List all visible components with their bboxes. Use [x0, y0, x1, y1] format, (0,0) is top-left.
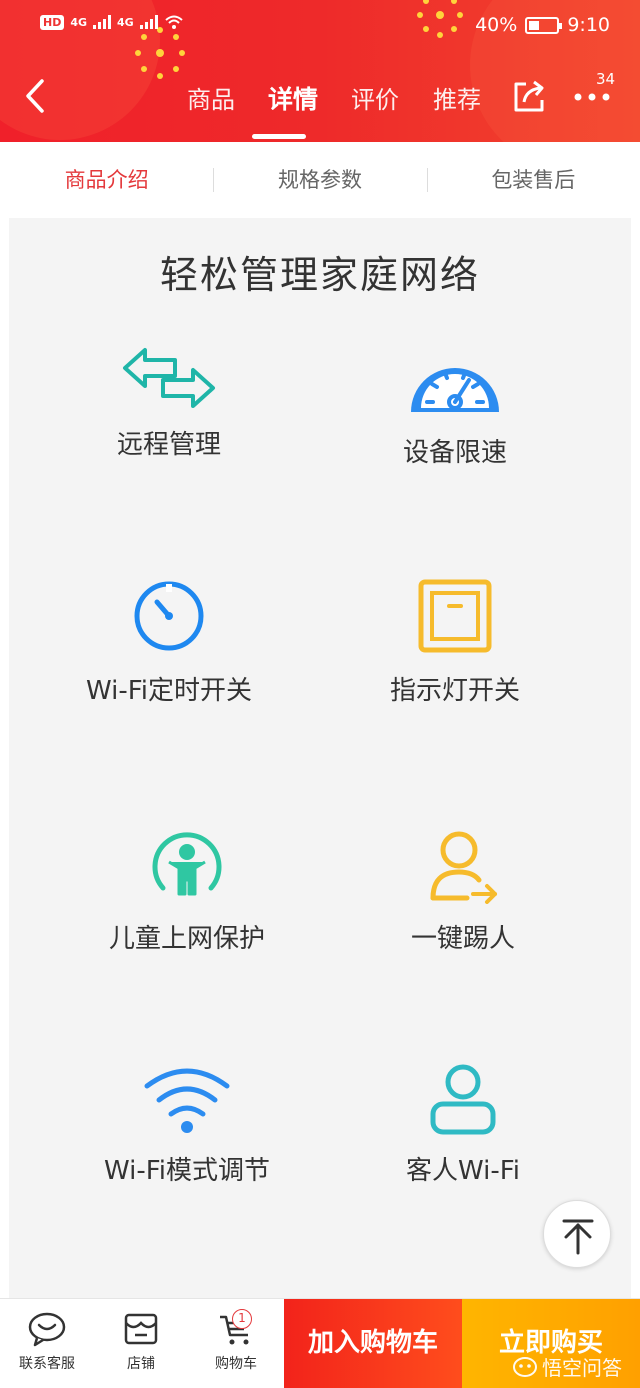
feature-remote-management: 远程管理 — [19, 346, 319, 461]
cart-label: 购物车 — [215, 1356, 257, 1372]
share-icon[interactable] — [510, 78, 548, 116]
feature-speed-limit: 设备限速 — [305, 346, 605, 469]
light-switch-icon — [418, 579, 492, 653]
feature-label: 远程管理 — [116, 430, 221, 460]
watermark-logo-icon — [513, 1356, 537, 1377]
feature-label: 一键踢人 — [410, 924, 515, 954]
signal-icon — [139, 15, 158, 29]
detail-subtabs: 商品介绍 规格参数 包装售后 — [0, 142, 640, 218]
feature-wifi-mode: Wi-Fi模式调节 — [37, 1064, 337, 1187]
customer-service-label: 联系客服 — [19, 1356, 75, 1372]
battery-percent: 40% — [475, 14, 518, 36]
store-icon — [124, 1313, 158, 1345]
feature-label: 设备限速 — [402, 438, 507, 468]
chat-icon — [28, 1312, 66, 1347]
panel-title: 轻松管理家庭网络 — [159, 253, 480, 297]
signal-label: 4G — [117, 15, 134, 29]
header-tabs: 商品 详情 评价 推荐 — [170, 80, 498, 116]
add-to-cart-button[interactable]: 加入购物车 — [284, 1299, 462, 1388]
watermark-text: 悟空问答 — [542, 1356, 622, 1380]
subtab-packaging-service[interactable]: 包装售后 — [426, 142, 640, 218]
cart-button[interactable]: 购物车 1 — [188, 1299, 284, 1388]
cart-count-badge: 1 — [232, 1309, 252, 1329]
back-icon[interactable] — [22, 78, 50, 114]
speedometer-icon — [411, 368, 499, 412]
subtab-specifications[interactable]: 规格参数 — [213, 142, 426, 218]
wifi-status-icon — [165, 15, 183, 29]
store-button[interactable]: 店铺 — [94, 1299, 188, 1388]
tab-reviews[interactable]: 评价 — [334, 80, 416, 116]
kick-user-icon — [430, 831, 497, 904]
feature-indicator-switch: 指示灯开关 — [305, 576, 605, 707]
wifi-icon — [144, 1068, 230, 1133]
clock: 9:10 — [567, 14, 610, 36]
hd-badge: HD — [40, 14, 65, 30]
subtab-introduction[interactable]: 商品介绍 — [0, 142, 213, 218]
timer-icon — [134, 581, 204, 651]
battery-icon — [525, 16, 563, 34]
feature-kick-user: 一键踢人 — [313, 824, 613, 955]
active-tab-indicator — [252, 134, 306, 139]
child-protect-icon — [152, 832, 222, 896]
watermark: 悟空问答 — [512, 1352, 622, 1381]
feature-label: Wi-Fi定时开关 — [85, 676, 253, 706]
feature-label: Wi-Fi模式调节 — [103, 1156, 271, 1186]
feature-label: 指示灯开关 — [389, 676, 520, 706]
customer-service-button[interactable]: 联系客服 — [0, 1299, 94, 1388]
tab-recommend[interactable]: 推荐 — [416, 80, 498, 116]
feature-label: 儿童上网保护 — [108, 924, 265, 954]
feature-wifi-timer: Wi-Fi定时开关 — [19, 576, 319, 707]
back-to-top-button[interactable] — [543, 1200, 611, 1268]
feature-label: 客人Wi-Fi — [405, 1156, 521, 1186]
store-label: 店铺 — [127, 1356, 155, 1372]
feature-panel: 轻松管理家庭网络 远程管理 设备限速 Wi-Fi定时开关 指示灯开关 儿童上网保… — [9, 218, 631, 1298]
feature-guest-wifi: 客人Wi-Fi — [313, 1064, 613, 1187]
status-bar: HD 4G 4G 40% 9:10 — [0, 0, 640, 52]
arrow-up-icon — [562, 1219, 594, 1255]
signal-icon — [93, 15, 112, 29]
remote-arrows-icon — [123, 348, 215, 408]
top-header: HD 4G 4G 40% 9:10 商品 详情 评价 推荐 34 — [0, 0, 640, 142]
tab-details[interactable]: 详情 — [252, 80, 334, 116]
feature-child-protection: 儿童上网保护 — [37, 824, 337, 955]
tab-goods[interactable]: 商品 — [170, 80, 252, 116]
guest-user-icon — [430, 1064, 496, 1135]
message-count-badge: 34 — [596, 70, 616, 88]
signal-label: 4G — [70, 15, 88, 29]
